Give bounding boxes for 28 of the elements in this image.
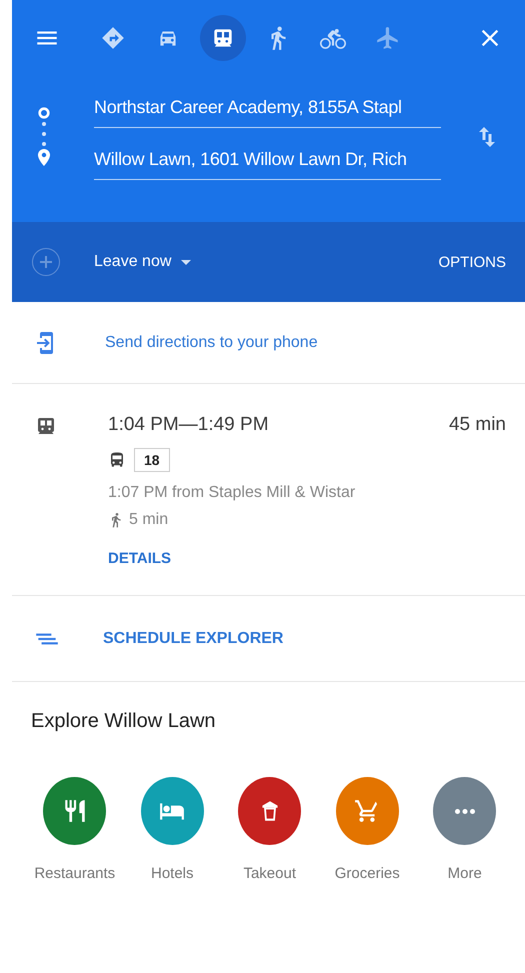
plus-icon [40,256,52,268]
bus-icon [108,451,126,469]
trip-duration: 45 min [448,414,506,436]
departure-stop: 1:07 PM from Staples Mill & Wistar [108,484,356,502]
origin-icon [38,107,50,119]
more-icon [454,808,475,814]
caret-icon [181,260,192,264]
walk-time: 5 min [129,511,168,529]
details-button[interactable]: DETAILS [108,550,172,567]
airplane-icon [375,25,401,51]
category-button[interactable]: Restaurants [26,777,124,882]
explore-heading: Explore Willow Lawn [31,710,217,733]
best-route-icon [100,25,126,51]
destination-field[interactable]: Willow Lawn, 1601 Willow Lawn Dr, Rich [94,145,441,180]
category-button[interactable]: More [416,777,514,882]
origin-field[interactable]: Northstar Career Academy, 8155A Stapl [94,93,441,128]
options-button[interactable]: OPTIONS [438,254,506,270]
category-button[interactable]: Groceries [318,777,416,882]
departure-dropdown[interactable]: Leave now [94,253,192,271]
pin-icon [38,149,50,166]
category-button[interactable]: Takeout [221,777,318,882]
add-stop-button[interactable] [32,248,60,276]
travel-mode-tab[interactable] [200,15,246,61]
schedule-explorer-link[interactable]: SCHEDULE EXPLORER [103,630,284,648]
trip-times: 1:04 PM—1:49 PM [108,414,269,436]
send-directions-link[interactable]: Send directions to your phone [105,334,318,352]
route-number-badge: 18 [134,448,170,472]
category-button[interactable]: Hotels [124,777,221,882]
